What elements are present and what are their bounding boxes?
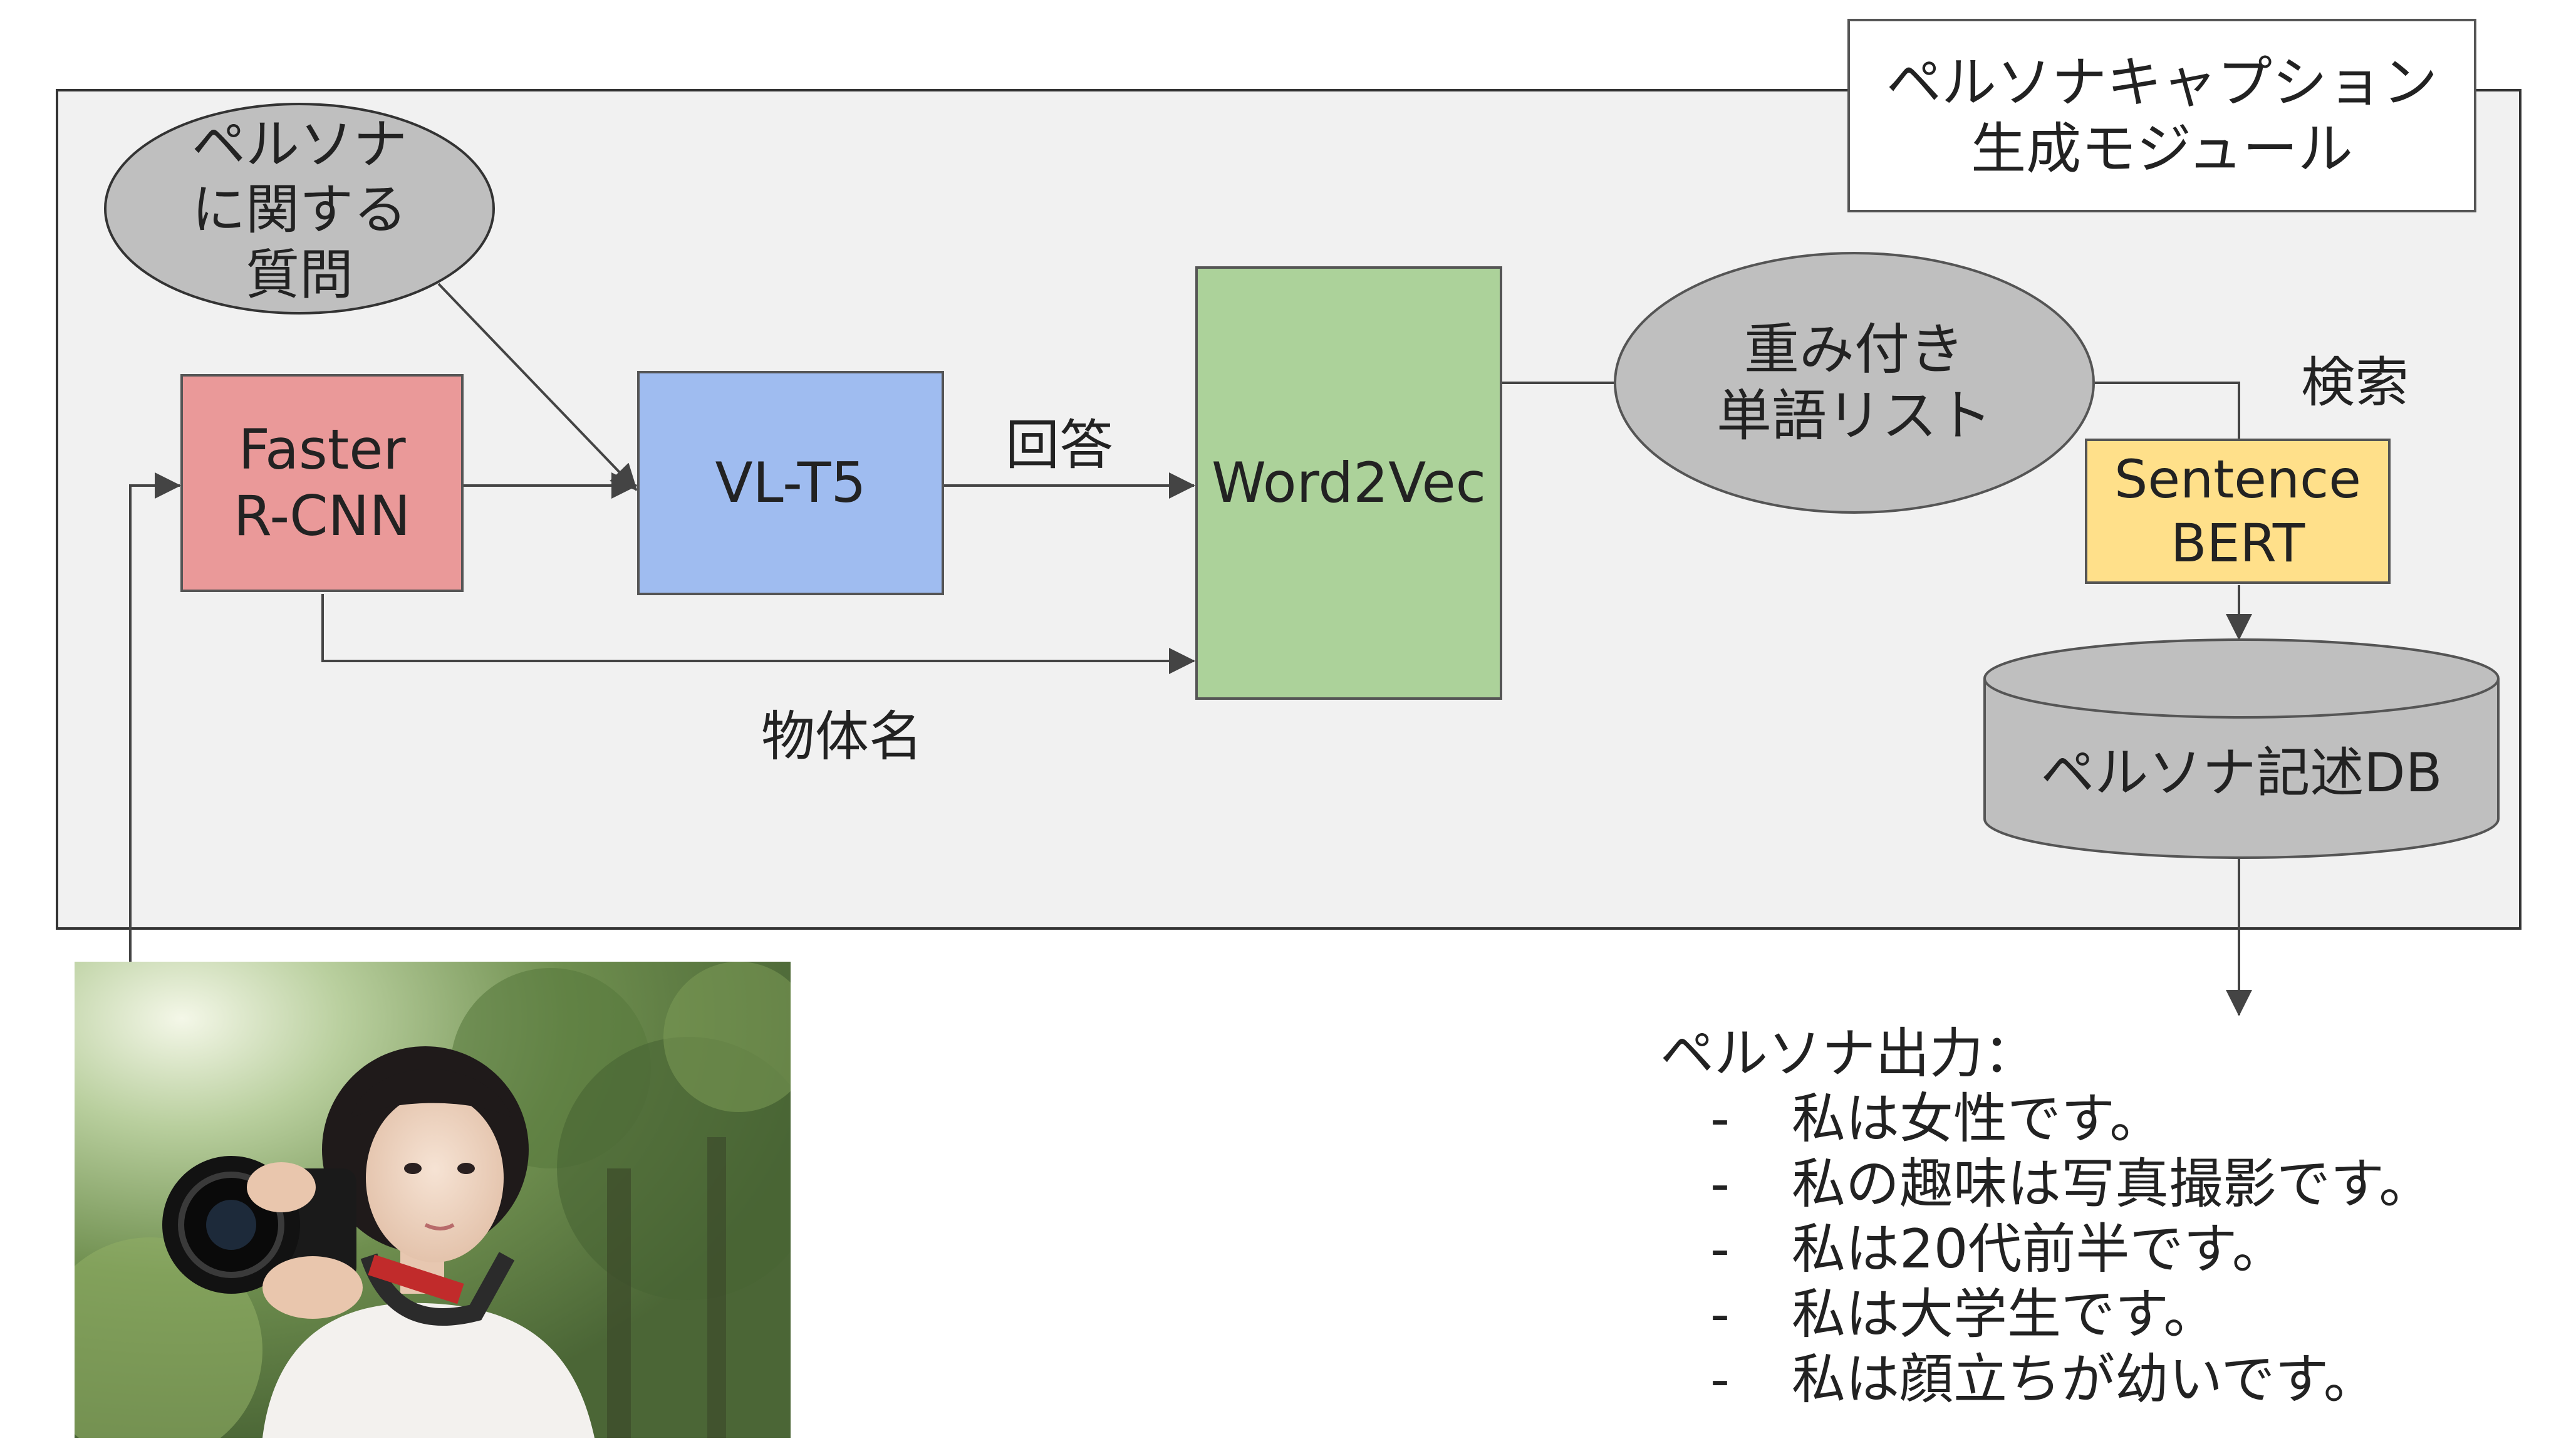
module-title-line2: 生成モジュール [1971, 116, 2353, 181]
list-item: - 私は女性です。 [1660, 1086, 2537, 1152]
faster-rcnn-line1: Faster [238, 417, 406, 482]
input-photo [75, 962, 791, 1438]
list-item-text: 私は大学生です。 [1792, 1283, 2218, 1346]
edge-weighted-to-sbert [2095, 382, 2240, 440]
question-line3: 質問 [246, 244, 353, 306]
question-line1: ペルソナ [192, 113, 407, 176]
persona-output: ペルソナ出力： - 私は女性です。 - 私の趣味は写真撮影です。 - 私は20代前半で… [1660, 1021, 2537, 1412]
sentence-bert-node: Sentence BERT [2085, 439, 2391, 584]
list-dash: - [1710, 1283, 1730, 1346]
search-edge-label: 検索 [2301, 351, 2409, 414]
question-line2: に関する [192, 179, 407, 241]
faster-rcnn-node: Faster R-CNN [180, 374, 464, 592]
list-item: - 私は大学生です。 [1660, 1282, 2537, 1347]
vlt5-label: VL-T5 [715, 450, 866, 516]
word2vec-label: Word2Vec [1211, 450, 1487, 516]
list-item-text: 私は顔立ちが幼いです。 [1792, 1348, 2377, 1411]
vlt5-node: VL-T5 [637, 371, 944, 595]
question-node: ペルソナ に関する 質問 [105, 107, 494, 313]
module-title-line1: ペルソナキャプション [1886, 49, 2438, 115]
edge-image-to-rcnn [129, 472, 181, 962]
list-item: - 私は20代前半です。 [1660, 1217, 2537, 1282]
list-item: - 私は顔立ちが幼いです。 [1660, 1347, 2537, 1412]
list-dash: - [1710, 1218, 1730, 1281]
word2vec-node: Word2Vec [1195, 266, 1502, 700]
persona-output-list: - 私は女性です。 - 私の趣味は写真撮影です。 - 私は20代前半です。 - 私は大学… [1660, 1086, 2537, 1412]
sentence-bert-line1: Sentence [2114, 449, 2361, 510]
faster-rcnn-line2: R-CNN [233, 484, 411, 548]
list-item-text: 私は女性です。 [1792, 1088, 2164, 1150]
edge-rcnn-objectname-to-word2vec [321, 594, 1195, 674]
list-dash: - [1710, 1153, 1730, 1215]
list-dash: - [1710, 1088, 1730, 1150]
object-name-edge-label: 物体名 [761, 705, 923, 768]
persona-db-label: ペルソナ記述DB [2040, 741, 2443, 804]
module-title-box: ペルソナキャプション 生成モジュール [1847, 19, 2476, 212]
weighted-words-node: 重み付き 単語リスト [1615, 253, 2094, 512]
weighted-words-line2: 単語リスト [1716, 383, 1992, 448]
persona-db-node: ペルソナ記述DB [1985, 727, 2498, 808]
sentence-bert-line2: BERT [2170, 512, 2305, 574]
list-item-text: 私の趣味は写真撮影です。 [1792, 1153, 2433, 1215]
persona-output-heading: ペルソナ出力： [1660, 1022, 2037, 1085]
answer-edge-label: 回答 [1005, 414, 1113, 477]
list-dash: - [1710, 1348, 1730, 1411]
edge-question-to-vlt5 [437, 283, 638, 491]
list-item: - 私の趣味は写真撮影です。 [1660, 1152, 2537, 1217]
weighted-words-line1: 重み付き [1743, 317, 1965, 382]
list-item-text: 私は20代前半です。 [1792, 1218, 2286, 1281]
